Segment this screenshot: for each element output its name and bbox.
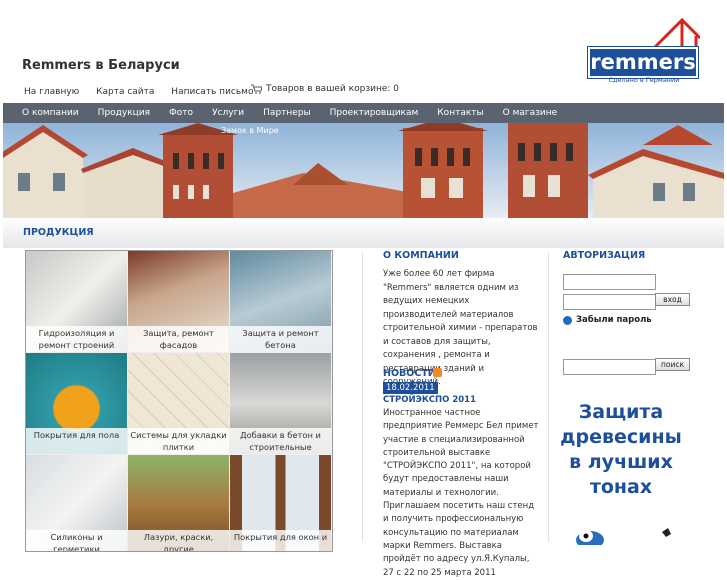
nav-item-designers[interactable]: Проектировщикам [330, 108, 419, 118]
logo-tagline: Сделано в Германии [608, 76, 680, 84]
product-tile[interactable]: Покрытия для окон и [230, 455, 331, 551]
section-band [3, 218, 724, 248]
product-tile[interactable]: Защита и ремонт бетона [230, 251, 331, 352]
top-links: На главную Карта сайта Написать письмо [24, 87, 267, 97]
product-tile[interactable]: Системы для укладки плитки [128, 353, 229, 454]
ad-mascot-icon [576, 528, 671, 545]
product-caption: Покрытия для пола [26, 428, 127, 454]
password-field[interactable] [563, 294, 656, 310]
search-button[interactable]: поиск [655, 358, 690, 371]
cart-text: Товаров в вашей корзине: 0 [266, 84, 400, 94]
nav-item-partners[interactable]: Партнеры [263, 108, 310, 118]
news-text: Иностранное частное предприятие Реммерс … [383, 408, 539, 578]
nav-item-contacts[interactable]: Контакты [437, 108, 483, 118]
nav-item-photo[interactable]: Фото [169, 108, 193, 118]
product-tile[interactable]: Покрытия для пола [26, 353, 127, 454]
product-caption: Защита, ремонт фасадов [128, 326, 229, 352]
product-caption: Защита и ремонт бетона [230, 326, 331, 352]
product-tile[interactable]: Лазури, краски, другие [128, 455, 229, 551]
wood-protection-ad[interactable]: Защита древесины в лучших тонах [556, 400, 686, 500]
site-title: Remmers в Беларуси [22, 58, 180, 73]
forgot-password-label: Забыли пароль [576, 315, 652, 325]
logo-brand: remmers [587, 46, 699, 79]
arrow-circle-icon [563, 315, 572, 325]
login-field[interactable] [563, 274, 656, 290]
product-caption: Гидроизоляция и ремонт строений [26, 326, 127, 352]
product-tile[interactable]: Гидроизоляция и ремонт строений [26, 251, 127, 352]
search-input[interactable] [563, 359, 656, 375]
about-heading: О КОМПАНИИ [383, 250, 459, 261]
product-tile[interactable]: Защита, ремонт фасадов [128, 251, 229, 352]
auth-heading: АВТОРИЗАЦИЯ [563, 250, 646, 261]
product-tile[interactable]: Добавки в бетон и строительные растворы [230, 353, 331, 454]
main-nav: О компании Продукция Фото Услуги Партнер… [3, 103, 724, 123]
product-grid: Гидроизоляция и ремонт строений Защита, … [25, 250, 333, 552]
nav-item-about[interactable]: О компании [22, 108, 79, 118]
product-caption: Добавки в бетон и строительные растворы [230, 428, 331, 454]
news-date: 18.02.2011 [383, 382, 438, 394]
column-divider [548, 252, 549, 542]
remmers-logo[interactable]: remmers Сделано в Германии [586, 18, 704, 84]
rss-icon[interactable] [433, 368, 442, 377]
nav-item-shop[interactable]: О магазине [503, 108, 558, 118]
news-title[interactable]: СТРОЙЭКСПО 2011 [383, 395, 476, 405]
link-write-letter[interactable]: Написать письмо [171, 87, 253, 97]
nav-item-products[interactable]: Продукция [98, 108, 150, 118]
products-heading: ПРОДУКЦИЯ [23, 227, 94, 238]
login-button[interactable]: вход [655, 293, 690, 306]
product-caption: Силиконы и герметики [26, 530, 127, 551]
product-caption: Покрытия для окон и [230, 530, 331, 551]
product-caption: Системы для укладки плитки [128, 428, 229, 454]
castle-banner [3, 123, 724, 218]
nav-item-services[interactable]: Услуги [212, 108, 244, 118]
banner-caption: Замок в Мире [221, 126, 279, 135]
cart-icon [251, 84, 262, 94]
product-caption: Лазури, краски, другие [128, 530, 229, 551]
castle-illustration [3, 123, 724, 218]
product-tile[interactable]: Силиконы и герметики [26, 455, 127, 551]
news-heading: НОВОСТИ [383, 368, 436, 379]
link-home[interactable]: На главную [24, 87, 79, 97]
link-sitemap[interactable]: Карта сайта [96, 87, 154, 97]
forgot-password-link[interactable]: Забыли пароль [563, 315, 652, 325]
column-divider [362, 252, 363, 542]
cart-status[interactable]: Товаров в вашей корзине: 0 [251, 84, 399, 94]
